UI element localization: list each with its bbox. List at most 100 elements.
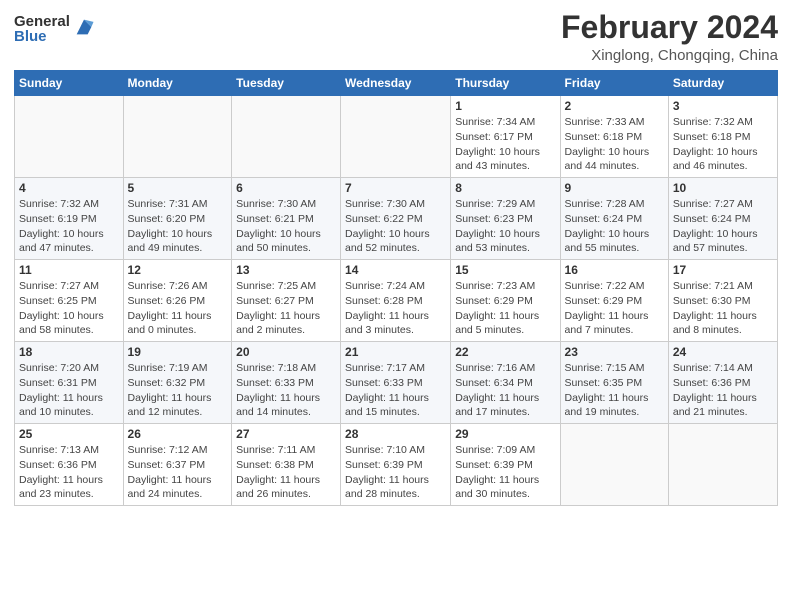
- table-row: 15 Sunrise: 7:23 AMSunset: 6:29 PMDayligh…: [451, 260, 560, 342]
- day-info: Sunrise: 7:32 AMSunset: 6:19 PMDaylight:…: [19, 197, 119, 256]
- header-sunday: Sunday: [15, 71, 124, 96]
- calendar-week-row: 4 Sunrise: 7:32 AMSunset: 6:19 PMDaylight…: [15, 178, 778, 260]
- table-row: 3 Sunrise: 7:32 AMSunset: 6:18 PMDaylight…: [668, 96, 777, 178]
- table-row: [232, 96, 341, 178]
- day-number: 23: [565, 345, 664, 359]
- day-info: Sunrise: 7:17 AMSunset: 6:33 PMDaylight:…: [345, 361, 446, 420]
- day-number: 12: [128, 263, 228, 277]
- table-row: 4 Sunrise: 7:32 AMSunset: 6:19 PMDaylight…: [15, 178, 124, 260]
- day-number: 21: [345, 345, 446, 359]
- day-info: Sunrise: 7:22 AMSunset: 6:29 PMDaylight:…: [565, 279, 664, 338]
- day-number: 18: [19, 345, 119, 359]
- location: Xinglong, Chongqing, China: [561, 47, 778, 64]
- day-info: Sunrise: 7:24 AMSunset: 6:28 PMDaylight:…: [345, 279, 446, 338]
- day-number: 3: [673, 99, 773, 113]
- day-info: Sunrise: 7:27 AMSunset: 6:24 PMDaylight:…: [673, 197, 773, 256]
- header-monday: Monday: [123, 71, 232, 96]
- day-number: 16: [565, 263, 664, 277]
- day-info: Sunrise: 7:11 AMSunset: 6:38 PMDaylight:…: [236, 443, 336, 502]
- table-row: 26 Sunrise: 7:12 AMSunset: 6:37 PMDayligh…: [123, 424, 232, 506]
- day-number: 11: [19, 263, 119, 277]
- day-info: Sunrise: 7:14 AMSunset: 6:36 PMDaylight:…: [673, 361, 773, 420]
- table-row: [15, 96, 124, 178]
- page-container: General Blue February 2024 Xinglong, Cho…: [0, 0, 792, 516]
- table-row: 10 Sunrise: 7:27 AMSunset: 6:24 PMDayligh…: [668, 178, 777, 260]
- table-row: 11 Sunrise: 7:27 AMSunset: 6:25 PMDayligh…: [15, 260, 124, 342]
- day-number: 15: [455, 263, 555, 277]
- day-number: 2: [565, 99, 664, 113]
- table-row: 17 Sunrise: 7:21 AMSunset: 6:30 PMDayligh…: [668, 260, 777, 342]
- day-number: 17: [673, 263, 773, 277]
- day-number: 14: [345, 263, 446, 277]
- header-tuesday: Tuesday: [232, 71, 341, 96]
- day-number: 28: [345, 427, 446, 441]
- table-row: [560, 424, 668, 506]
- day-info: Sunrise: 7:27 AMSunset: 6:25 PMDaylight:…: [19, 279, 119, 338]
- day-info: Sunrise: 7:16 AMSunset: 6:34 PMDaylight:…: [455, 361, 555, 420]
- day-info: Sunrise: 7:30 AMSunset: 6:22 PMDaylight:…: [345, 197, 446, 256]
- day-info: Sunrise: 7:20 AMSunset: 6:31 PMDaylight:…: [19, 361, 119, 420]
- day-info: Sunrise: 7:12 AMSunset: 6:37 PMDaylight:…: [128, 443, 228, 502]
- day-info: Sunrise: 7:21 AMSunset: 6:30 PMDaylight:…: [673, 279, 773, 338]
- day-number: 7: [345, 181, 446, 195]
- table-row: [668, 424, 777, 506]
- day-info: Sunrise: 7:19 AMSunset: 6:32 PMDaylight:…: [128, 361, 228, 420]
- table-row: 27 Sunrise: 7:11 AMSunset: 6:38 PMDayligh…: [232, 424, 341, 506]
- day-info: Sunrise: 7:25 AMSunset: 6:27 PMDaylight:…: [236, 279, 336, 338]
- day-number: 9: [565, 181, 664, 195]
- table-row: 14 Sunrise: 7:24 AMSunset: 6:28 PMDayligh…: [341, 260, 451, 342]
- table-row: 25Sunrise: 7:13 AMSunset: 6:36 PMDayligh…: [15, 424, 124, 506]
- table-row: 8Sunrise: 7:29 AMSunset: 6:23 PMDaylight…: [451, 178, 560, 260]
- month-title: February 2024: [561, 10, 778, 45]
- table-row: 20Sunrise: 7:18 AMSunset: 6:33 PMDayligh…: [232, 342, 341, 424]
- day-number: 24: [673, 345, 773, 359]
- table-row: 28Sunrise: 7:10 AMSunset: 6:39 PMDayligh…: [341, 424, 451, 506]
- logo-blue: Blue: [14, 29, 70, 44]
- table-row: 1 Sunrise: 7:34 AMSunset: 6:17 PMDaylight…: [451, 96, 560, 178]
- table-row: 29 Sunrise: 7:09 AMSunset: 6:39 PMDayligh…: [451, 424, 560, 506]
- calendar-header-row: Sunday Monday Tuesday Wednesday Thursday…: [15, 71, 778, 96]
- table-row: 12 Sunrise: 7:26 AMSunset: 6:26 PMDayligh…: [123, 260, 232, 342]
- day-info: Sunrise: 7:33 AMSunset: 6:18 PMDaylight:…: [565, 115, 664, 174]
- day-info: Sunrise: 7:30 AMSunset: 6:21 PMDaylight:…: [236, 197, 336, 256]
- table-row: 18 Sunrise: 7:20 AMSunset: 6:31 PMDayligh…: [15, 342, 124, 424]
- day-info: Sunrise: 7:28 AMSunset: 6:24 PMDaylight:…: [565, 197, 664, 256]
- day-info: Sunrise: 7:09 AMSunset: 6:39 PMDaylight:…: [455, 443, 555, 502]
- logo-icon: [73, 16, 95, 38]
- table-row: 19Sunrise: 7:19 AMSunset: 6:32 PMDayligh…: [123, 342, 232, 424]
- table-row: 24 Sunrise: 7:14 AMSunset: 6:36 PMDayligh…: [668, 342, 777, 424]
- logo-general: General: [14, 14, 70, 29]
- day-number: 6: [236, 181, 336, 195]
- day-number: 29: [455, 427, 555, 441]
- day-number: 1: [455, 99, 555, 113]
- table-row: 7 Sunrise: 7:30 AMSunset: 6:22 PMDaylight…: [341, 178, 451, 260]
- day-number: 4: [19, 181, 119, 195]
- table-row: 22 Sunrise: 7:16 AMSunset: 6:34 PMDayligh…: [451, 342, 560, 424]
- calendar-week-row: 1 Sunrise: 7:34 AMSunset: 6:17 PMDaylight…: [15, 96, 778, 178]
- day-info: Sunrise: 7:15 AMSunset: 6:35 PMDaylight:…: [565, 361, 664, 420]
- table-row: [123, 96, 232, 178]
- day-info: Sunrise: 7:26 AMSunset: 6:26 PMDaylight:…: [128, 279, 228, 338]
- day-number: 26: [128, 427, 228, 441]
- calendar-week-row: 11 Sunrise: 7:27 AMSunset: 6:25 PMDayligh…: [15, 260, 778, 342]
- day-number: 22: [455, 345, 555, 359]
- table-row: 23 Sunrise: 7:15 AMSunset: 6:35 PMDayligh…: [560, 342, 668, 424]
- day-info: Sunrise: 7:23 AMSunset: 6:29 PMDaylight:…: [455, 279, 555, 338]
- table-row: 5 Sunrise: 7:31 AMSunset: 6:20 PMDaylight…: [123, 178, 232, 260]
- calendar-week-row: 25Sunrise: 7:13 AMSunset: 6:36 PMDayligh…: [15, 424, 778, 506]
- table-row: [341, 96, 451, 178]
- table-row: 9 Sunrise: 7:28 AMSunset: 6:24 PMDaylight…: [560, 178, 668, 260]
- day-info: Sunrise: 7:32 AMSunset: 6:18 PMDaylight:…: [673, 115, 773, 174]
- day-info: Sunrise: 7:31 AMSunset: 6:20 PMDaylight:…: [128, 197, 228, 256]
- header: General Blue February 2024 Xinglong, Cho…: [14, 10, 778, 64]
- day-number: 10: [673, 181, 773, 195]
- table-row: 21 Sunrise: 7:17 AMSunset: 6:33 PMDayligh…: [341, 342, 451, 424]
- logo: General Blue: [14, 14, 95, 44]
- day-number: 20: [236, 345, 336, 359]
- day-info: Sunrise: 7:13 AMSunset: 6:36 PMDaylight:…: [19, 443, 119, 502]
- day-number: 8: [455, 181, 555, 195]
- day-number: 5: [128, 181, 228, 195]
- day-info: Sunrise: 7:34 AMSunset: 6:17 PMDaylight:…: [455, 115, 555, 174]
- header-friday: Friday: [560, 71, 668, 96]
- day-number: 27: [236, 427, 336, 441]
